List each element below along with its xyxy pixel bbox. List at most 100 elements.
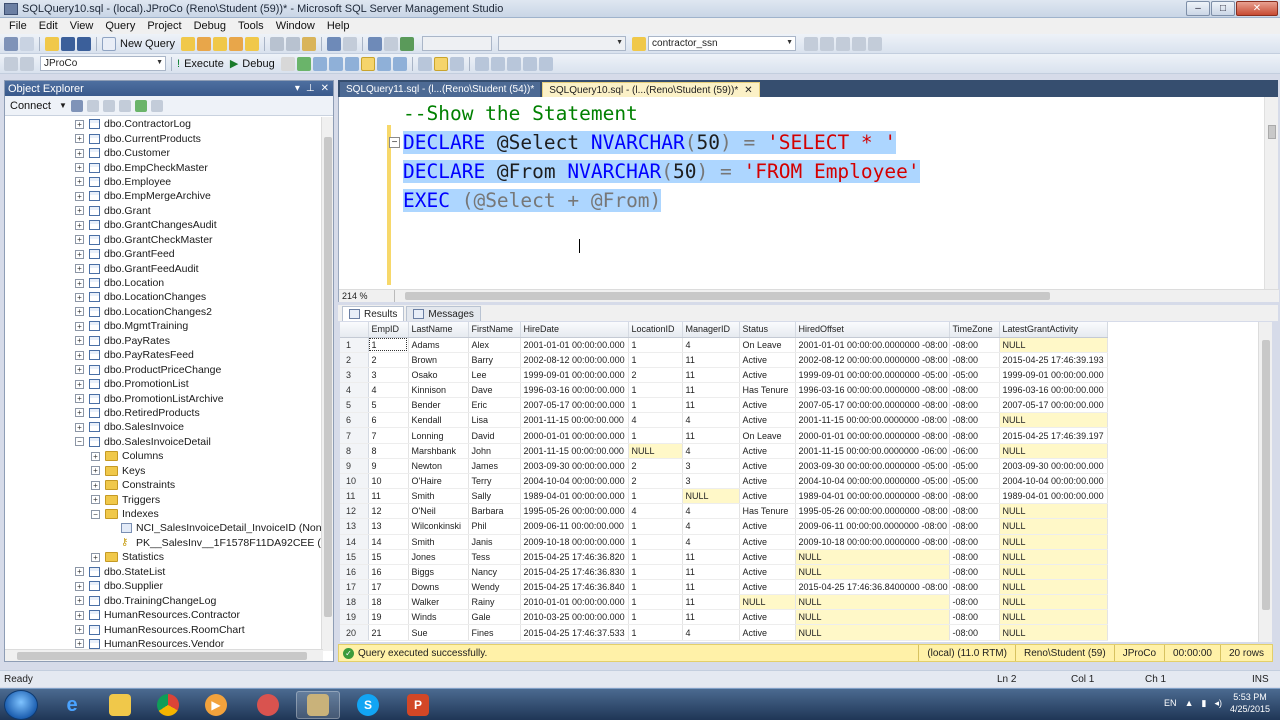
table-cell[interactable]: 1 — [628, 427, 683, 444]
row-number[interactable]: 3 — [340, 367, 369, 383]
table-row[interactable]: 12 12 O'Neil Barbara 1995-05-26 00:00:00.000… — [340, 503, 1258, 520]
tree-item[interactable]: NCI_SalesInvoiceDetail_InvoiceID (Non-Un… — [5, 521, 323, 535]
table-cell[interactable]: 2015-04-25 17:46:39.193 — [999, 352, 1108, 368]
row-number[interactable]: 5 — [340, 397, 369, 414]
grid-corner[interactable] — [340, 322, 369, 338]
xmla-query-icon[interactable] — [245, 36, 260, 51]
table-cell[interactable]: 2015-04-25 17:46:36.840 — [520, 579, 629, 596]
table-cell[interactable]: -08:00 — [949, 427, 1000, 444]
table-cell[interactable]: NULL — [999, 564, 1108, 581]
table-cell[interactable]: Nancy — [468, 564, 521, 581]
table-cell[interactable]: Jones — [408, 549, 469, 565]
table-row[interactable]: 13 13 Wilconkinski Phil 2009-06-11 00:00:00.… — [340, 518, 1258, 535]
expand-icon[interactable]: + — [75, 610, 84, 620]
expand-icon[interactable]: + — [75, 625, 84, 635]
paste-icon[interactable] — [302, 36, 317, 51]
object-explorer-horizontal-scrollbar[interactable] — [5, 649, 323, 661]
table-cell[interactable]: 17 — [368, 579, 409, 596]
taskbar-media[interactable]: ▶ — [194, 691, 238, 719]
database-engine-query-icon[interactable] — [181, 36, 196, 51]
table-cell[interactable]: Active — [739, 488, 796, 505]
query-designer-icon[interactable] — [328, 56, 343, 71]
table-cell[interactable]: NULL — [795, 609, 950, 626]
table-cell[interactable]: 2015-04-25 17:46:36.830 — [520, 564, 629, 581]
table-cell[interactable]: 2003-09-30 00:00:00.000 — [999, 458, 1108, 474]
expand-icon[interactable]: + — [91, 451, 100, 461]
minimize-button[interactable]: – — [1186, 1, 1210, 16]
table-cell[interactable]: 11 — [682, 427, 740, 444]
expand-icon[interactable]: + — [75, 639, 84, 649]
code-line[interactable]: --Show the Statement — [403, 99, 920, 128]
table-cell[interactable]: Walker — [408, 594, 469, 611]
row-number[interactable]: 4 — [340, 382, 369, 399]
column-header[interactable]: LocationID — [628, 322, 683, 338]
stop-icon[interactable] — [102, 99, 115, 112]
tree-item[interactable]: + dbo.LocationChanges — [5, 290, 323, 304]
menu-project[interactable]: Project — [141, 20, 187, 32]
uncomment-icon[interactable] — [490, 56, 505, 71]
table-cell[interactable]: Active — [739, 564, 796, 581]
table-cell[interactable]: 2010-01-01 00:00:00.000 — [520, 594, 629, 611]
table-cell[interactable]: NULL — [999, 412, 1108, 429]
expand-icon[interactable]: + — [75, 581, 84, 591]
table-cell[interactable]: 21 — [368, 624, 409, 641]
table-cell[interactable]: 11 — [682, 549, 740, 565]
tab-sqlquery10[interactable]: SQLQuery10.sql - (l...(Reno\Student (59)… — [542, 82, 760, 97]
table-cell[interactable]: 1 — [628, 564, 683, 581]
column-header[interactable]: EmpID — [368, 322, 409, 338]
table-cell[interactable]: 1989-04-01 00:00:00.0000000 -08:00 — [795, 488, 950, 505]
table-cell[interactable]: -08:00 — [949, 412, 1000, 429]
table-cell[interactable]: 2009-10-18 00:00:00.0000000 -08:00 — [795, 534, 950, 550]
table-cell[interactable]: On Leave — [739, 427, 796, 444]
live-stats-icon[interactable] — [376, 56, 391, 71]
table-cell[interactable]: 4 — [682, 412, 740, 429]
table-cell[interactable]: Gale — [468, 609, 521, 626]
table-cell[interactable]: 1 — [368, 337, 409, 353]
table-cell[interactable]: Janis — [468, 534, 521, 550]
table-row[interactable]: 17 17 Downs Wendy 2015-04-25 17:46:36.840 1 11… — [340, 579, 1258, 596]
connect-object-explorer-icon[interactable] — [70, 99, 83, 112]
table-cell[interactable]: 14 — [368, 534, 409, 550]
table-cell[interactable]: 4 — [682, 624, 740, 641]
table-cell[interactable]: Wilconkinski — [408, 518, 469, 535]
parse-icon[interactable] — [296, 56, 311, 71]
row-number[interactable]: 17 — [340, 579, 369, 596]
decrease-indent-icon[interactable] — [506, 56, 521, 71]
expand-icon[interactable]: + — [75, 206, 84, 216]
connect-button[interactable]: Connect — [10, 100, 51, 112]
query-editor[interactable]: − --Show the Statement DECLARE @Select NV… — [338, 97, 1279, 302]
table-cell[interactable]: NULL — [795, 564, 950, 581]
table-cell[interactable]: -08:00 — [949, 624, 1000, 641]
table-cell[interactable]: 11 — [682, 352, 740, 368]
table-cell[interactable]: Eric — [468, 397, 521, 414]
table-cell[interactable]: 11 — [682, 382, 740, 399]
table-cell[interactable]: -08:00 — [949, 609, 1000, 626]
table-cell[interactable]: NULL — [999, 518, 1108, 535]
table-cell[interactable]: NULL — [628, 443, 683, 459]
close-icon[interactable]: ✕ — [321, 83, 329, 94]
table-cell[interactable]: Barry — [468, 352, 521, 368]
table-cell[interactable]: Osako — [408, 367, 469, 383]
table-cell[interactable]: 1 — [628, 534, 683, 550]
table-cell[interactable]: On Leave — [739, 337, 796, 353]
tree-item[interactable]: + Constraints — [5, 478, 323, 492]
table-cell[interactable]: 11 — [682, 397, 740, 414]
table-row[interactable]: 20 21 Sue Fines 2015-04-25 17:46:37.533 1 4 Act… — [340, 624, 1258, 641]
table-cell[interactable]: 4 — [682, 518, 740, 535]
row-number[interactable]: 19 — [340, 609, 369, 626]
table-cell[interactable]: 1 — [628, 579, 683, 596]
table-cell[interactable]: O'Haire — [408, 473, 469, 490]
table-cell[interactable]: O'Neil — [408, 503, 469, 520]
row-number[interactable]: 13 — [340, 518, 369, 535]
scroll-thumb[interactable] — [1268, 125, 1276, 139]
table-cell[interactable]: 2004-10-04 00:00:00.000 — [520, 473, 629, 490]
table-cell[interactable]: -08:00 — [949, 337, 1000, 353]
table-cell[interactable]: 1995-05-26 00:00:00.000 — [520, 503, 629, 520]
refresh-icon[interactable] — [134, 99, 147, 112]
row-number[interactable]: 9 — [340, 458, 369, 474]
expand-icon[interactable]: + — [75, 422, 84, 432]
execute-button[interactable]: Execute — [184, 58, 224, 70]
undo-icon[interactable] — [327, 36, 342, 51]
table-cell[interactable]: NULL — [999, 609, 1108, 626]
tree-item[interactable]: + dbo.ProductPriceChange — [5, 362, 323, 376]
